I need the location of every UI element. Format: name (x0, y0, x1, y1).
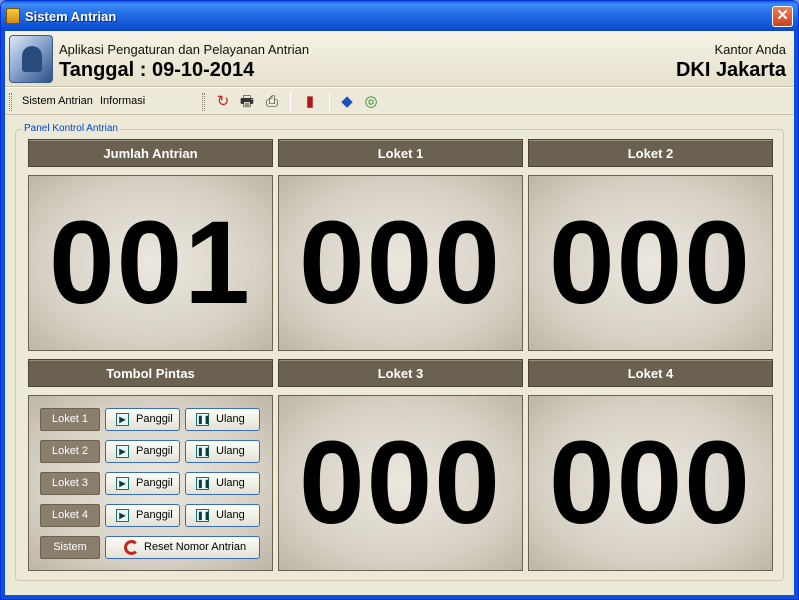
sistem-label: Sistem (40, 536, 100, 559)
button-label: Ulang (216, 509, 245, 521)
window-frame-bottom (1, 595, 798, 599)
user-logo-icon (9, 35, 53, 83)
ulang-loket-1-button[interactable]: ❚❚ Ulang (185, 408, 260, 431)
header-loket-4: Loket 4 (528, 359, 773, 387)
panel-legend: Panel Kontrol Antrian (22, 123, 120, 134)
queue-total-number: 001 (49, 197, 252, 329)
reset-icon (124, 540, 139, 555)
loket-4-number: 000 (549, 417, 752, 549)
button-label: Ulang (216, 413, 245, 425)
print-setup-icon[interactable]: ⎙ (262, 92, 282, 112)
display-loket-2: 000 (528, 175, 773, 351)
loket-2-label: Loket 2 (40, 440, 100, 463)
exit-door-icon[interactable]: ▮ (300, 92, 320, 112)
app-header: Aplikasi Pengaturan dan Pelayanan Antria… (5, 31, 794, 87)
play-icon: ▶ (116, 477, 129, 490)
app-window: Sistem Antrian ✕ Aplikasi Pengaturan dan… (0, 0, 799, 600)
office-label: Kantor Anda (714, 42, 786, 57)
title-bar[interactable]: Sistem Antrian ✕ (1, 1, 798, 31)
target-icon[interactable]: ◎ (361, 92, 381, 112)
date-label: Tanggal : 09-10-2014 (59, 59, 255, 81)
loket-3-label: Loket 3 (40, 472, 100, 495)
toolbar-grip[interactable] (202, 93, 205, 111)
panggil-loket-3-button[interactable]: ▶ Panggil (105, 472, 180, 495)
button-label: Panggil (136, 509, 173, 521)
play-icon: ▶ (116, 413, 129, 426)
button-label: Ulang (216, 477, 245, 489)
toolbar-separator (329, 92, 330, 112)
window-title: Sistem Antrian (25, 9, 117, 24)
pause-icon: ❚❚ (196, 445, 211, 458)
pause-icon: ❚❚ (196, 477, 211, 490)
loket-1-label: Loket 1 (40, 408, 100, 431)
header-tombol-pintas: Tombol Pintas (28, 359, 273, 387)
button-label: Reset Nomor Antrian (144, 541, 247, 553)
ulang-loket-4-button[interactable]: ❚❚ Ulang (185, 504, 260, 527)
loket-1-number: 000 (299, 197, 502, 329)
window-frame-right (794, 31, 798, 599)
button-label: Panggil (136, 413, 173, 425)
loket-3-number: 000 (299, 417, 502, 549)
refresh-icon[interactable]: ↻ (213, 92, 233, 112)
button-label: Panggil (136, 445, 173, 457)
header-jumlah-antrian: Jumlah Antrian (28, 139, 273, 167)
window-frame-left (1, 31, 5, 599)
control-panel: Panel Kontrol Antrian Jumlah Antrian Lok… (15, 123, 784, 581)
panggil-loket-4-button[interactable]: ▶ Panggil (105, 504, 180, 527)
ulang-loket-2-button[interactable]: ❚❚ Ulang (185, 440, 260, 463)
menu-sistem-antrian[interactable]: Sistem Antrian (22, 95, 93, 107)
toolbar-grip[interactable] (9, 93, 12, 111)
play-icon: ▶ (116, 445, 129, 458)
header-loket-3: Loket 3 (278, 359, 523, 387)
panggil-loket-1-button[interactable]: ▶ Panggil (105, 408, 180, 431)
book-icon[interactable]: ◆ (337, 92, 357, 112)
loket-2-number: 000 (549, 197, 752, 329)
display-jumlah-antrian: 001 (28, 175, 273, 351)
panggil-loket-2-button[interactable]: ▶ Panggil (105, 440, 180, 463)
shortcut-panel: Loket 1 ▶ Panggil ❚❚ Ulang Loket 2 ▶ Pan… (28, 395, 273, 571)
pause-icon: ❚❚ (196, 413, 211, 426)
menu-informasi[interactable]: Informasi (100, 95, 145, 107)
button-label: Ulang (216, 445, 245, 457)
pause-icon: ❚❚ (196, 509, 211, 522)
reset-nomor-antrian-button[interactable]: Reset Nomor Antrian (105, 536, 260, 559)
loket-4-label: Loket 4 (40, 504, 100, 527)
display-loket-1: 000 (278, 175, 523, 351)
header-loket-2: Loket 2 (528, 139, 773, 167)
display-loket-3: 000 (278, 395, 523, 571)
play-icon: ▶ (116, 509, 129, 522)
button-label: Panggil (136, 477, 173, 489)
app-icon (6, 8, 20, 24)
printer-icon[interactable]: 🖶 (237, 92, 257, 112)
close-button[interactable]: ✕ (772, 6, 793, 27)
office-city: DKI Jakarta (675, 59, 786, 81)
ulang-loket-3-button[interactable]: ❚❚ Ulang (185, 472, 260, 495)
display-loket-4: 000 (528, 395, 773, 571)
toolbar: Sistem Antrian Informasi ↻ 🖶 ⎙ ▮ ◆ ◎ (5, 87, 794, 115)
toolbar-separator (290, 92, 291, 112)
header-loket-1: Loket 1 (278, 139, 523, 167)
app-subtitle: Aplikasi Pengaturan dan Pelayanan Antria… (59, 42, 310, 57)
